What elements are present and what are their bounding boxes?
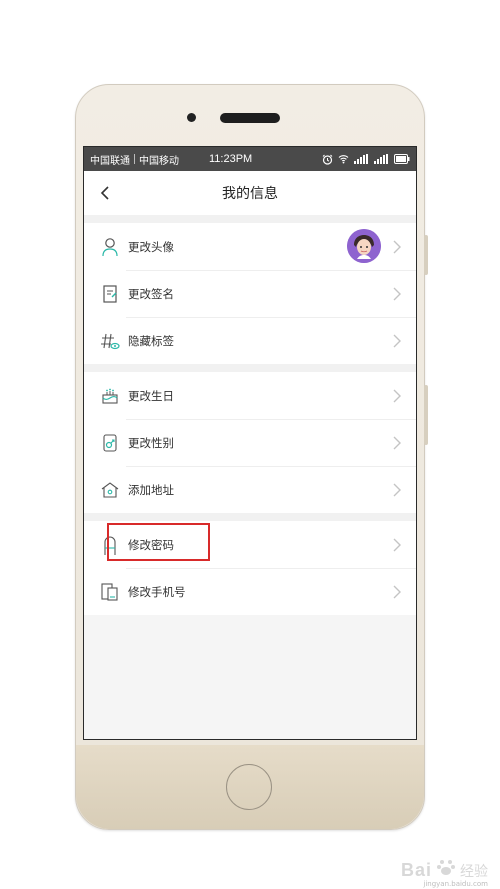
row-add-address[interactable]: 添加地址 [84, 466, 416, 513]
home-button[interactable] [226, 764, 272, 810]
row-label: 隐藏标签 [128, 333, 174, 348]
section-gap [84, 513, 416, 521]
power-button [424, 385, 428, 445]
signal-icon-1 [354, 154, 369, 164]
chevron-right-icon [393, 436, 401, 450]
row-label: 修改手机号 [128, 584, 186, 599]
row-label: 更改签名 [128, 286, 174, 301]
row-change-phone[interactable]: 修改手机号 [84, 568, 416, 615]
avatar[interactable] [347, 229, 381, 263]
carrier-divider [134, 154, 135, 164]
paw-icon [436, 857, 456, 881]
gender-icon [100, 433, 120, 453]
battery-icon [394, 154, 410, 164]
person-icon [100, 237, 120, 257]
row-change-signature[interactable]: 更改签名 [84, 270, 416, 317]
hashtag-eye-icon [100, 331, 120, 351]
earpiece-speaker [220, 113, 280, 123]
phone-icon [100, 582, 120, 602]
row-label: 更改生日 [128, 388, 174, 403]
settings-group-personal: 更改生日 更改性别 添加地址 [84, 372, 416, 513]
signal-icon-2 [374, 154, 389, 164]
row-hide-tags[interactable]: 隐藏标签 [84, 317, 416, 364]
front-camera [187, 113, 196, 122]
section-gap [84, 215, 416, 223]
alarm-icon [322, 154, 333, 165]
row-change-avatar[interactable]: 更改头像 [84, 223, 416, 270]
watermark-url: jingyan.baidu.com [423, 880, 488, 888]
row-label: 更改性别 [128, 435, 174, 450]
watermark-brand-cn: 经验 [460, 864, 488, 880]
row-change-birthday[interactable]: 更改生日 [84, 372, 416, 419]
chevron-right-icon [393, 287, 401, 301]
chevron-right-icon [393, 538, 401, 552]
carrier-1: 中国联通 [90, 155, 130, 167]
status-bar: 中国联通 中国移动 11:23PM [84, 147, 416, 171]
back-button[interactable] [94, 181, 116, 205]
chevron-right-icon [393, 334, 401, 348]
chevron-left-icon [100, 186, 109, 200]
page-title: 我的信息 [222, 186, 278, 202]
settings-group-profile: 更改头像 更改签名 隐藏标签 [84, 223, 416, 364]
volume-button [424, 235, 428, 275]
chevron-right-icon [393, 585, 401, 599]
signature-icon [100, 284, 120, 304]
house-icon [100, 480, 120, 500]
chevron-right-icon [393, 389, 401, 403]
clock: 11:23PM [209, 153, 253, 165]
row-change-gender[interactable]: 更改性别 [84, 419, 416, 466]
phone-screen: 中国联通 中国移动 11:23PM 我的信息 更改头像 更改签名 隐藏标签 更改… [83, 146, 417, 740]
wifi-icon [338, 154, 349, 164]
carrier-2: 中国移动 [139, 155, 179, 167]
nav-bar: 我的信息 [84, 171, 416, 215]
highlight-box [107, 523, 210, 561]
chevron-right-icon [393, 483, 401, 497]
chevron-right-icon [393, 240, 401, 254]
cake-icon [100, 386, 120, 406]
watermark-brand: Bai [400, 860, 432, 880]
row-label: 更改头像 [128, 239, 174, 254]
baidu-jingyan-watermark: Bai 经验 jingyan.baidu.com [400, 857, 488, 888]
row-label: 添加地址 [128, 482, 174, 497]
section-gap [84, 364, 416, 372]
